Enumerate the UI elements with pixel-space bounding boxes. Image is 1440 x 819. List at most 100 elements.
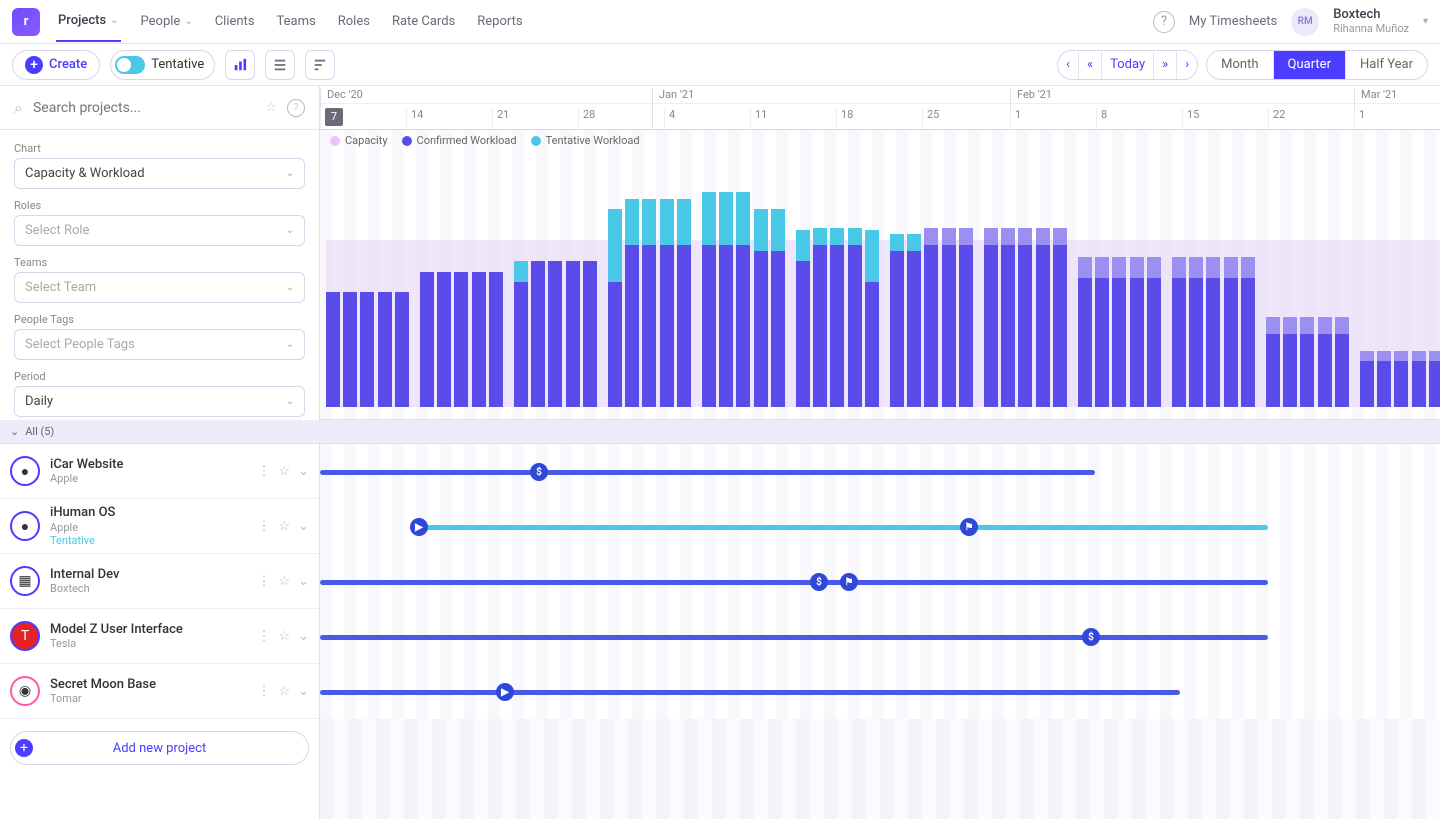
chart-bar[interactable] <box>608 157 622 407</box>
roles-select[interactable]: Select Role⌄ <box>14 215 305 246</box>
more-icon[interactable]: ⋮ <box>257 519 270 534</box>
chart-bar[interactable] <box>360 157 374 407</box>
project-bar[interactable] <box>320 635 1268 640</box>
chart-bar[interactable] <box>472 157 486 407</box>
all-header[interactable]: ⌄ All (5) <box>0 420 1440 444</box>
chart-bar[interactable] <box>566 157 580 407</box>
milestone-marker[interactable]: ▶ <box>496 683 514 701</box>
star-icon[interactable]: ☆ <box>278 519 290 534</box>
chart-bar[interactable] <box>1172 157 1186 407</box>
tentative-toggle[interactable]: Tentative <box>110 50 215 80</box>
nav-clients[interactable]: Clients <box>213 2 257 41</box>
chart-bar[interactable] <box>531 157 545 407</box>
help-icon[interactable]: ? <box>1153 11 1175 33</box>
chart-bar[interactable] <box>984 157 998 407</box>
nav-reports[interactable]: Reports <box>475 2 524 41</box>
chart-bar[interactable] <box>1412 157 1426 407</box>
prev-fast-button[interactable]: « <box>1079 51 1102 79</box>
chart-bar[interactable] <box>719 157 733 407</box>
chart-bar[interactable] <box>1241 157 1255 407</box>
project-row[interactable]: ●iCar WebsiteApple⋮☆⌄ <box>0 444 319 499</box>
milestone-marker[interactable]: $ <box>1082 628 1100 646</box>
chart-bar[interactable] <box>489 157 503 407</box>
create-button[interactable]: + Create <box>12 50 100 80</box>
chart-bar[interactable] <box>1001 157 1015 407</box>
range-half-year[interactable]: Half Year <box>1346 51 1427 79</box>
chart-view-button[interactable] <box>225 50 255 80</box>
people-tags-select[interactable]: Select People Tags⌄ <box>14 329 305 360</box>
app-logo[interactable]: r <box>12 8 40 36</box>
chart-bar[interactable] <box>548 157 562 407</box>
chart-bar[interactable] <box>1036 157 1050 407</box>
chart-bar[interactable] <box>378 157 392 407</box>
chart-bar[interactable] <box>702 157 716 407</box>
milestone-marker[interactable]: ▶ <box>410 518 428 536</box>
chart-bar[interactable] <box>907 157 921 407</box>
nav-people[interactable]: People⌄ <box>139 2 195 41</box>
star-icon[interactable]: ☆ <box>278 464 290 479</box>
chart-bar[interactable] <box>642 157 656 407</box>
project-row[interactable]: ▦Internal DevBoxtech⋮☆⌄ <box>0 554 319 609</box>
chevron-down-icon[interactable]: ⌄ <box>298 629 309 644</box>
chart-bar[interactable] <box>1300 157 1314 407</box>
chart-bar[interactable] <box>1095 157 1109 407</box>
range-month[interactable]: Month <box>1207 51 1273 79</box>
chart-bar[interactable] <box>890 157 904 407</box>
chart-bar[interactable] <box>1360 157 1374 407</box>
star-icon[interactable]: ☆ <box>278 684 290 699</box>
prev-button[interactable]: ‹ <box>1058 51 1079 79</box>
chart-bar[interactable] <box>1266 157 1280 407</box>
chart-select[interactable]: Capacity & Workload⌄ <box>14 158 305 189</box>
list-view-button[interactable] <box>265 50 295 80</box>
chart-bar[interactable] <box>924 157 938 407</box>
star-icon[interactable]: ☆ <box>278 629 290 644</box>
company-switcher[interactable]: Boxtech Rihanna Muñoz <box>1333 8 1409 34</box>
chart-bar[interactable] <box>677 157 691 407</box>
help-icon[interactable]: ? <box>287 99 305 117</box>
chart-bar[interactable] <box>420 157 434 407</box>
project-bar[interactable] <box>320 470 1095 475</box>
teams-select[interactable]: Select Team⌄ <box>14 272 305 303</box>
nav-teams[interactable]: Teams <box>275 2 318 41</box>
project-row[interactable]: ●iHuman OSAppleTentative⋮☆⌄ <box>0 499 319 554</box>
chart-bar[interactable] <box>514 157 528 407</box>
chart-bar[interactable] <box>754 157 768 407</box>
chart-bar[interactable] <box>813 157 827 407</box>
nav-roles[interactable]: Roles <box>336 2 372 41</box>
chart-bar[interactable] <box>660 157 674 407</box>
chart-bar[interactable] <box>796 157 810 407</box>
chart-bar[interactable] <box>1224 157 1238 407</box>
chart-bar[interactable] <box>830 157 844 407</box>
chart-bar[interactable] <box>1335 157 1349 407</box>
more-icon[interactable]: ⋮ <box>257 684 270 699</box>
add-project-button[interactable]: + Add new project <box>10 731 309 765</box>
chart-bar[interactable] <box>395 157 409 407</box>
chart-bar[interactable] <box>848 157 862 407</box>
my-timesheets-link[interactable]: My Timesheets <box>1189 14 1277 29</box>
chart-bar[interactable] <box>1206 157 1220 407</box>
chart-bar[interactable] <box>343 157 357 407</box>
project-bar[interactable] <box>320 580 1268 585</box>
chevron-down-icon[interactable]: ⌄ <box>298 519 309 534</box>
chart-bar[interactable] <box>771 157 785 407</box>
chart-bar[interactable] <box>454 157 468 407</box>
project-row[interactable]: TModel Z User InterfaceTesla⋮☆⌄ <box>0 609 319 664</box>
chart-bar[interactable] <box>1189 157 1203 407</box>
chart-bar[interactable] <box>1130 157 1144 407</box>
more-icon[interactable]: ⋮ <box>257 574 270 589</box>
nav-projects[interactable]: Projects⌄ <box>56 1 121 42</box>
chart-bar[interactable] <box>437 157 451 407</box>
chevron-down-icon[interactable]: ⌄ <box>298 464 309 479</box>
milestone-marker[interactable]: $ <box>810 573 828 591</box>
chart-bar[interactable] <box>959 157 973 407</box>
chart-bar[interactable] <box>1147 157 1161 407</box>
today-button[interactable]: Today <box>1102 51 1154 79</box>
period-select[interactable]: Daily⌄ <box>14 386 305 417</box>
more-icon[interactable]: ⋮ <box>257 629 270 644</box>
chart-bar[interactable] <box>736 157 750 407</box>
project-row[interactable]: ◉Secret Moon BaseTomar⋮☆⌄ <box>0 664 319 719</box>
milestone-marker[interactable]: ⚑ <box>840 573 858 591</box>
chart-bar[interactable] <box>942 157 956 407</box>
chart-bar[interactable] <box>1394 157 1408 407</box>
chart-bar[interactable] <box>1318 157 1332 407</box>
